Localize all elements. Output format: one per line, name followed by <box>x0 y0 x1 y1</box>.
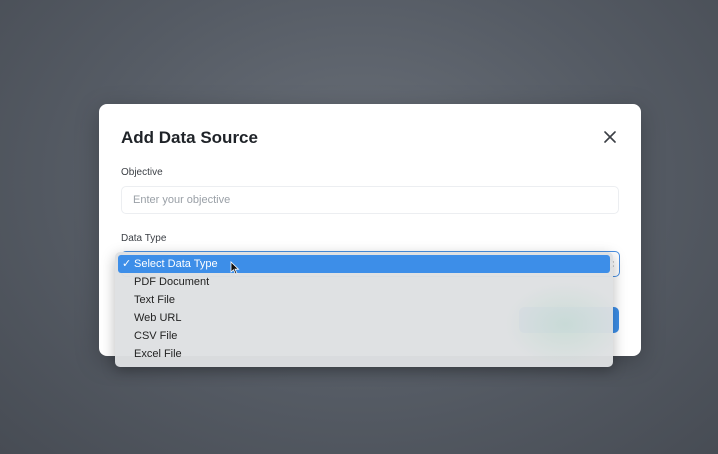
option-csv-file[interactable]: CSV File <box>118 327 610 345</box>
option-label: Excel File <box>134 348 182 360</box>
checkmark-icon: ✓ <box>122 258 132 270</box>
option-label: Text File <box>134 294 175 306</box>
option-label: Web URL <box>134 312 182 324</box>
objective-input[interactable] <box>121 186 619 214</box>
option-text-file[interactable]: Text File <box>118 291 610 309</box>
mouse-pointer-icon <box>230 261 240 275</box>
option-web-url[interactable]: Web URL <box>118 309 610 327</box>
modal-title: Add Data Source <box>121 128 258 147</box>
option-select-data-type[interactable]: ✓ Select Data Type <box>118 255 610 273</box>
objective-label: Objective <box>121 167 163 178</box>
close-icon <box>604 131 616 143</box>
option-label: Select Data Type <box>134 258 218 270</box>
option-label: CSV File <box>134 330 178 342</box>
option-pdf-document[interactable]: PDF Document <box>118 273 610 291</box>
option-excel-file[interactable]: Excel File <box>118 345 610 363</box>
data-type-dropdown-menu: ✓ Select Data Type PDF Document Text Fil… <box>115 252 613 367</box>
option-label: PDF Document <box>134 276 210 288</box>
data-type-label: Data Type <box>121 233 167 244</box>
close-button[interactable] <box>601 128 619 146</box>
